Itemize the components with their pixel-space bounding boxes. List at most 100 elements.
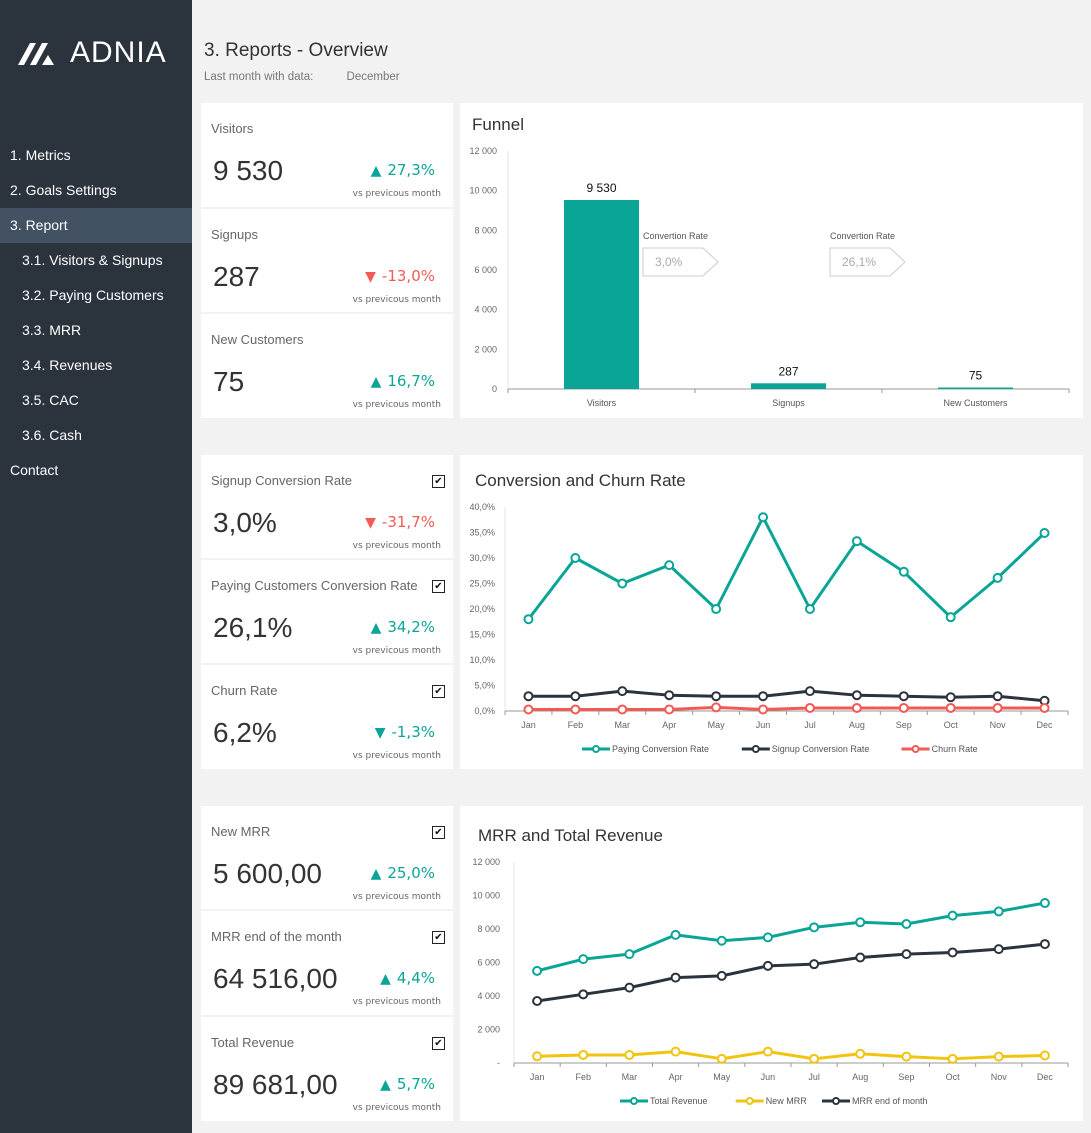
last-month-value: December: [346, 71, 400, 83]
kpi-value: 9 530: [213, 155, 284, 186]
x-tick-label: Jun: [756, 720, 771, 730]
sidebar-item-metrics[interactable]: 1. Metrics: [0, 138, 192, 173]
y-tick-label: 10 000: [469, 186, 497, 196]
data-point: [578, 989, 589, 1000]
bar-data-label: 75: [969, 369, 983, 383]
sidebar-item-report[interactable]: 3. Report: [0, 208, 192, 243]
y-tick-label: 35,0%: [469, 528, 495, 538]
show-checkbox[interactable]: ✔: [432, 931, 445, 944]
bar: [751, 383, 826, 389]
y-tick-label: 8 000: [474, 225, 497, 235]
logo[interactable]: ADNIA: [16, 36, 167, 70]
conversion-chart-card: Conversion and Churn Rate 0,0% 5,0% 10,0% 1…: [460, 455, 1083, 769]
legend-label: Signup Conversion Rate: [772, 744, 870, 754]
data-point: [711, 691, 722, 702]
kpi-label: Visitors: [211, 121, 254, 136]
sidebar-item-cash[interactable]: 3.6. Cash: [0, 418, 192, 453]
data-point: [947, 910, 958, 921]
x-tick-label: Mar: [615, 720, 631, 730]
y-tick-label: 6 000: [477, 958, 500, 968]
data-point: [670, 929, 681, 940]
kpi-vs-label: vs previcous month: [352, 892, 441, 902]
data-point: [851, 536, 862, 547]
sidebar-item-paying-customers[interactable]: 3.2. Paying Customers: [0, 278, 192, 313]
kpi-label: Total Revenue: [211, 1035, 295, 1050]
y-tick-label: 12 000: [469, 146, 497, 156]
bar: [564, 199, 639, 389]
y-tick-label: 5,0%: [474, 681, 495, 691]
data-point: [532, 1051, 543, 1062]
y-tick-label: 0,0%: [474, 706, 495, 716]
data-point: [1039, 528, 1050, 539]
x-tick-label: Jan: [530, 1072, 545, 1082]
kpi-change-value: 4,4%: [396, 969, 435, 987]
kpi-value: 5 600,00: [213, 858, 322, 889]
data-point: [804, 686, 815, 697]
data-point: [901, 918, 912, 929]
kpi-change-value: -31,7%: [381, 513, 435, 531]
data-point: [716, 1053, 727, 1064]
x-tick-label: Sep: [898, 1072, 914, 1082]
show-checkbox[interactable]: ✔: [432, 685, 445, 698]
kpi-vs-label: vs previcous month: [352, 541, 441, 551]
kpi-value: 64 516,00: [213, 963, 338, 994]
x-tick-label: New Customers: [943, 398, 1008, 408]
kpi-change-value: 34,2%: [387, 618, 435, 636]
kpi-vs-label: vs previcous month: [352, 751, 441, 761]
data-point: [617, 578, 628, 589]
data-point: [711, 702, 722, 713]
data-point: [578, 1049, 589, 1060]
data-point: [758, 512, 769, 523]
last-month-label: Last month with data:: [204, 71, 314, 83]
kpi-card-churn-rate: Churn Rate ✔ 6,2% ▼ -1,3% vs previcous mo…: [201, 665, 453, 769]
sidebar-item-revenues[interactable]: 3.4. Revenues: [0, 348, 192, 383]
sidebar-item-mrr[interactable]: 3.3. MRR: [0, 313, 192, 348]
kpi-value: 75: [213, 366, 245, 397]
kpi-vs-label: vs previcous month: [352, 646, 441, 656]
data-point: [809, 922, 820, 933]
kpi-card-signup-conversion: Signup Conversion Rate ✔ 3,0% ▼ -31,7% vs…: [201, 455, 453, 558]
show-checkbox[interactable]: ✔: [432, 1037, 445, 1050]
sidebar-item-cac[interactable]: 3.5. CAC: [0, 383, 192, 418]
x-tick-label: Apr: [669, 1072, 683, 1082]
y-tick-label: 40,0%: [469, 502, 495, 512]
kpi-change: ▼ -13,0%: [365, 267, 435, 285]
x-tick-label: Jul: [808, 1072, 820, 1082]
arrow-up-icon: ▲: [380, 971, 391, 987]
kpi-vs-label: vs previcous month: [352, 400, 441, 410]
kpi-label: MRR end of the month: [211, 929, 342, 944]
sidebar-item-visitors-signups[interactable]: 3.1. Visitors & Signups: [0, 243, 192, 278]
data-point: [1039, 898, 1050, 909]
kpi-card-new-customers: New Customers 75 ▲ 16,7% vs previcous mon…: [201, 314, 453, 418]
series-line: [527, 515, 1046, 621]
kpi-vs-label: vs previcous month: [352, 295, 441, 305]
show-checkbox[interactable]: ✔: [432, 475, 445, 488]
series-line: [536, 901, 1046, 973]
y-tick-label: 0: [492, 384, 497, 394]
data-point: [804, 702, 815, 713]
sidebar-item-goals-settings[interactable]: 2. Goals Settings: [0, 173, 192, 208]
kpi-vs-label: vs previcous month: [352, 1103, 441, 1113]
brand-name: ADNIA: [70, 36, 167, 69]
data-point: [992, 702, 1003, 713]
x-tick-label: Jun: [761, 1072, 776, 1082]
data-point: [664, 704, 675, 715]
legend-marker: [911, 745, 920, 753]
x-tick-label: Oct: [946, 1072, 961, 1082]
data-point: [947, 1053, 958, 1064]
show-checkbox[interactable]: ✔: [432, 826, 445, 839]
conversion-rate-label: Convertion Rate: [830, 231, 895, 241]
data-point: [945, 692, 956, 703]
kpi-vs-label: vs previcous month: [352, 997, 441, 1007]
sidebar-item-contact[interactable]: Contact: [0, 453, 192, 488]
x-tick-label: Nov: [991, 1072, 1008, 1082]
kpi-value: 287: [213, 261, 260, 292]
kpi-change: ▲ 25,0%: [371, 864, 435, 882]
y-tick-label: 10,0%: [469, 655, 495, 665]
data-point: [670, 972, 681, 983]
data-point: [855, 1048, 866, 1059]
arrow-up-icon: ▲: [370, 620, 382, 636]
kpi-change-value: 27,3%: [387, 161, 435, 179]
legend-label: Churn Rate: [932, 744, 978, 754]
show-checkbox[interactable]: ✔: [432, 580, 445, 593]
